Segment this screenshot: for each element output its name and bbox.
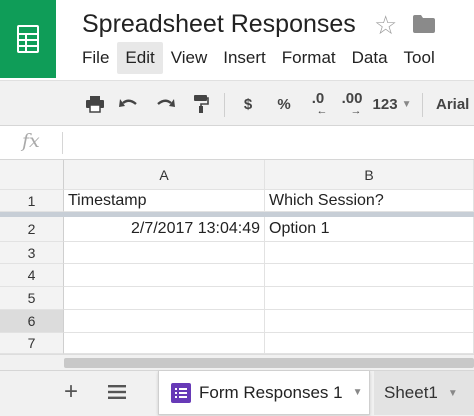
- menu-tools[interactable]: Tool: [396, 42, 443, 74]
- row-header[interactable]: 7: [0, 333, 64, 354]
- cell[interactable]: [265, 333, 474, 354]
- toolbar: $ % .0 ← .00 → 123 ▼ Arial: [0, 80, 474, 126]
- sheet-tab-bar: + Form Responses 1 ▼ Sheet1 ▼: [0, 370, 474, 416]
- row-header[interactable]: 5: [0, 287, 64, 310]
- menu-file[interactable]: File: [74, 42, 117, 74]
- cell[interactable]: Which Session?: [265, 190, 474, 212]
- cell[interactable]: [265, 242, 474, 264]
- row-header[interactable]: 2: [0, 217, 64, 242]
- sheet-tab-sheet1[interactable]: Sheet1 ▼: [374, 371, 474, 415]
- row-header[interactable]: 4: [0, 264, 64, 287]
- print-icon[interactable]: [82, 81, 108, 127]
- chevron-down-icon[interactable]: ▼: [448, 388, 458, 399]
- column-header-b[interactable]: B: [265, 160, 474, 190]
- increase-decimal-button[interactable]: .00 →: [337, 81, 367, 127]
- formula-divider: [62, 132, 63, 154]
- cell[interactable]: Option 1: [265, 217, 474, 242]
- table-row: 5: [0, 287, 474, 310]
- star-icon[interactable]: ☆: [374, 10, 397, 40]
- column-header-a[interactable]: A: [64, 160, 265, 190]
- table-row: 4: [0, 264, 474, 287]
- toolbar-divider: [422, 93, 423, 117]
- toolbar-divider: [224, 93, 225, 117]
- more-formats-label: 123: [372, 95, 398, 113]
- decrease-decimal-label: .0: [311, 90, 325, 107]
- fx-icon: fx: [22, 130, 40, 152]
- undo-icon[interactable]: [116, 81, 142, 127]
- column-header-row: A B: [0, 160, 474, 190]
- cell[interactable]: [265, 264, 474, 287]
- chevron-down-icon[interactable]: ▼: [353, 387, 363, 398]
- table-row: 1 Timestamp Which Session?: [0, 190, 474, 212]
- menu-data[interactable]: Data: [344, 42, 396, 74]
- cell[interactable]: Timestamp: [64, 190, 265, 212]
- cell[interactable]: [265, 287, 474, 310]
- font-family-select[interactable]: Arial: [436, 81, 474, 127]
- cell[interactable]: 2/7/2017 13:04:49: [64, 217, 265, 242]
- sheets-logo-icon[interactable]: [0, 0, 56, 78]
- folder-icon[interactable]: [412, 14, 436, 39]
- cell[interactable]: [64, 333, 265, 354]
- more-formats-button[interactable]: 123 ▼: [370, 81, 414, 127]
- row-header[interactable]: 1: [0, 190, 64, 212]
- formula-input[interactable]: [70, 132, 470, 154]
- paint-format-icon[interactable]: [188, 81, 214, 127]
- document-title[interactable]: Spreadsheet Responses: [82, 10, 356, 39]
- menu-insert[interactable]: Insert: [215, 42, 274, 74]
- formula-bar: fx: [0, 126, 474, 160]
- table-row: 2 2/7/2017 13:04:49 Option 1: [0, 217, 474, 242]
- sheet-tab-label: Sheet1: [384, 383, 438, 402]
- cell[interactable]: [64, 242, 265, 264]
- table-row: 3: [0, 242, 474, 264]
- arrow-left-icon: ←: [316, 105, 328, 117]
- menu-view[interactable]: View: [163, 42, 216, 74]
- add-sheet-icon[interactable]: +: [64, 380, 78, 404]
- cell[interactable]: [64, 264, 265, 287]
- menu-format[interactable]: Format: [274, 42, 344, 74]
- table-row: 6: [0, 310, 474, 333]
- table-row: 7: [0, 333, 474, 354]
- scrollbar-thumb[interactable]: [64, 358, 474, 368]
- redo-icon[interactable]: [152, 81, 178, 127]
- increase-decimal-label: .00: [341, 90, 363, 107]
- cell[interactable]: [265, 310, 474, 333]
- menu-bar: File Edit View Insert Format Data Tool: [74, 42, 443, 74]
- all-sheets-icon[interactable]: [108, 385, 126, 404]
- percent-format-button[interactable]: %: [273, 81, 295, 127]
- horizontal-scrollbar[interactable]: [0, 354, 474, 370]
- form-icon: [171, 382, 191, 403]
- decrease-decimal-button[interactable]: .0 ←: [303, 81, 333, 127]
- row-header[interactable]: 3: [0, 242, 64, 264]
- cell[interactable]: [64, 287, 265, 310]
- row-header[interactable]: 6: [0, 310, 64, 333]
- currency-format-button[interactable]: $: [238, 81, 258, 127]
- chevron-down-icon: ▼: [401, 98, 412, 110]
- select-all-corner[interactable]: [0, 160, 64, 190]
- sheet-tab-form-responses[interactable]: Form Responses 1 ▼: [158, 371, 370, 415]
- cell[interactable]: [64, 310, 265, 333]
- arrow-right-icon: →: [350, 105, 362, 117]
- menu-edit[interactable]: Edit: [117, 42, 163, 74]
- sheet-tab-label: Form Responses 1: [199, 382, 343, 402]
